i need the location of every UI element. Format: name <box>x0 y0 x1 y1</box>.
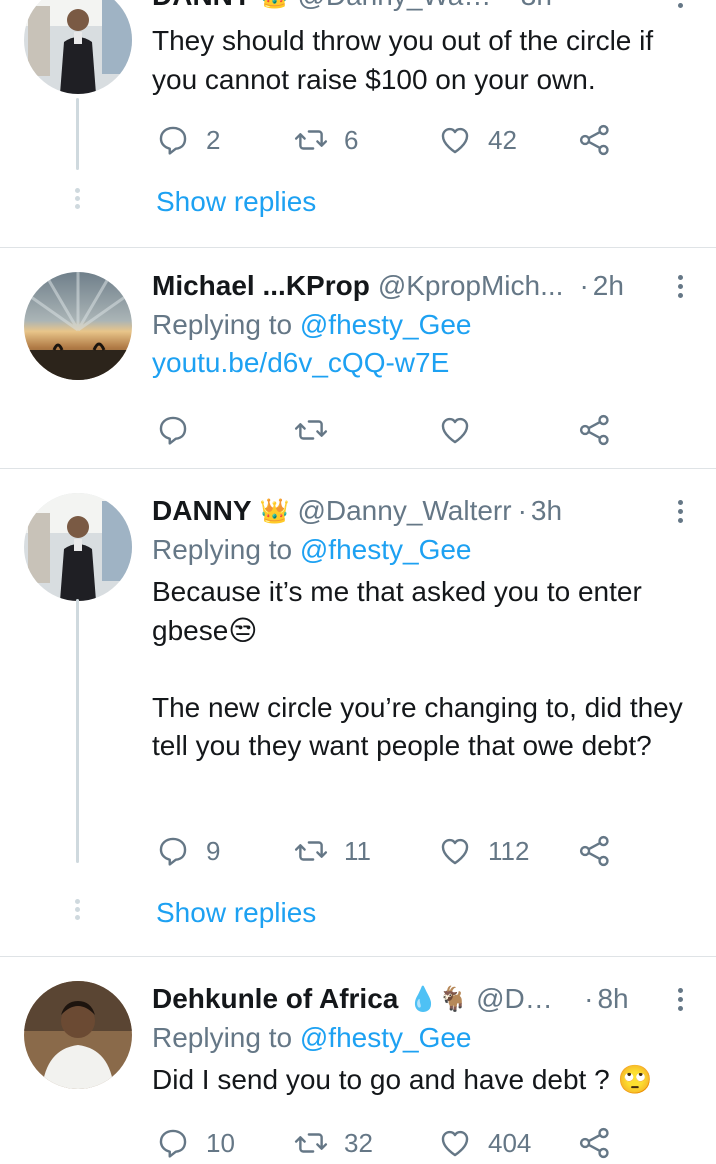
tweet-actions: 9 11 112 <box>152 831 632 871</box>
retweet-button[interactable]: 32 <box>294 1123 373 1163</box>
like-button[interactable]: 42 <box>438 120 517 160</box>
display-name[interactable]: DANNY <box>152 0 252 12</box>
tweet-2[interactable]: Michael ...KProp @KpropMich... · 2h Repl… <box>0 248 716 468</box>
share-icon <box>579 124 609 156</box>
timestamp[interactable]: 8h <box>597 983 628 1015</box>
show-replies-link[interactable]: Show replies <box>156 897 316 929</box>
share-icon <box>579 1127 609 1159</box>
reply-icon <box>159 1129 187 1158</box>
username[interactable]: @De... <box>476 983 562 1015</box>
username[interactable]: @Danny_Walterr <box>297 495 511 527</box>
more-icon[interactable] <box>668 979 692 1019</box>
display-name[interactable]: DANNY <box>152 495 252 527</box>
separator: · <box>507 0 516 12</box>
retweet-icon <box>294 841 328 861</box>
share-icon <box>579 835 609 867</box>
retweet-button[interactable]: 11 <box>294 831 371 871</box>
replying-prefix: Replying to <box>152 1022 293 1053</box>
replying-mention[interactable]: @fhesty_Gee <box>300 309 472 340</box>
reply-button[interactable]: 2 <box>156 120 220 160</box>
avatar[interactable] <box>24 272 132 380</box>
more-icon[interactable] <box>668 491 692 531</box>
retweet-count: 6 <box>344 124 359 155</box>
reply-button[interactable]: 10 <box>156 1123 235 1163</box>
retweet-button[interactable] <box>294 410 328 450</box>
reply-icon <box>159 126 187 155</box>
separator: · <box>584 983 594 1014</box>
tweet-header: Dehkunle of Africa 💧🐐 @De... · 8h <box>152 979 692 1019</box>
replying-to: Replying to @fhesty_Gee <box>152 531 692 569</box>
like-count: 404 <box>488 1127 532 1158</box>
tweet-4[interactable]: Dehkunle of Africa 💧🐐 @De... · 8h Replyi… <box>0 957 716 1164</box>
avatar[interactable] <box>24 0 132 94</box>
thread-line <box>76 98 79 170</box>
replying-to: Replying to @fhesty_Gee <box>152 306 692 344</box>
avatar[interactable] <box>24 493 132 601</box>
thread-dots <box>75 188 81 212</box>
more-icon[interactable] <box>668 0 692 16</box>
thread-line <box>76 599 79 863</box>
like-icon <box>441 1130 469 1157</box>
show-replies-link[interactable]: Show replies <box>156 186 316 218</box>
like-icon <box>441 417 469 444</box>
share-button[interactable] <box>578 831 612 871</box>
like-count: 112 <box>488 835 530 866</box>
reply-icon <box>159 837 187 866</box>
crown-icon: 👑 <box>260 0 290 11</box>
timestamp[interactable]: 3h <box>521 0 552 12</box>
replying-prefix: Replying to <box>152 534 293 565</box>
tweet-header: DANNY 👑 @Danny_Walterr · 3h <box>152 491 692 531</box>
like-icon <box>441 838 469 865</box>
tweet-actions <box>152 410 632 450</box>
separator: · <box>517 495 527 526</box>
tweet-actions: 10 32 404 <box>152 1123 632 1163</box>
retweet-icon <box>294 420 328 440</box>
reply-button[interactable] <box>156 410 190 450</box>
tweet-actions: 2 6 42 <box>152 120 632 160</box>
separator: · <box>579 270 589 301</box>
retweet-count: 32 <box>344 1127 373 1158</box>
reply-count: 10 <box>206 1127 235 1158</box>
replying-mention[interactable]: @fhesty_Gee <box>300 534 472 565</box>
display-name[interactable]: Michael ...KProp <box>152 270 370 302</box>
retweet-icon <box>294 130 328 150</box>
share-button[interactable] <box>578 1123 612 1163</box>
crown-icon: 👑 <box>259 497 290 525</box>
share-button[interactable] <box>578 120 612 160</box>
timestamp[interactable]: 3h <box>531 495 562 527</box>
replying-to: Replying to @fhesty_Gee <box>152 1019 692 1057</box>
droplet-goat-icons: 💧🐐 <box>408 985 469 1013</box>
tweet-text: Because it’s me that asked you to enter … <box>152 576 683 761</box>
username[interactable]: @KpropMich... <box>378 270 564 302</box>
retweet-count: 11 <box>344 835 371 866</box>
tweet-1[interactable]: DANNY 👑 @Danny_Walterr · 3h They should … <box>0 0 716 247</box>
tweet-text: They should throw you out of the circle … <box>152 25 654 95</box>
tweet-header: Michael ...KProp @KpropMich... · 2h <box>152 266 692 306</box>
replying-mention[interactable]: @fhesty_Gee <box>300 1022 472 1053</box>
reply-icon <box>159 416 187 445</box>
avatar[interactable] <box>24 981 132 1089</box>
thread-dots <box>75 899 81 923</box>
share-icon <box>579 414 609 446</box>
like-button[interactable]: 404 <box>438 1123 531 1163</box>
tweet-header: DANNY 👑 @Danny_Walterr · 3h <box>152 0 692 16</box>
retweet-button[interactable]: 6 <box>294 120 358 160</box>
share-button[interactable] <box>578 410 612 450</box>
reply-count: 9 <box>206 835 221 866</box>
tweet-3[interactable]: DANNY 👑 @Danny_Walterr · 3h Replying to … <box>0 469 716 956</box>
retweet-icon <box>294 1133 328 1153</box>
reply-button[interactable]: 9 <box>156 831 220 871</box>
replying-prefix: Replying to <box>152 309 293 340</box>
timestamp[interactable]: 2h <box>593 270 624 302</box>
more-icon[interactable] <box>668 266 692 306</box>
like-icon <box>441 127 469 154</box>
like-button[interactable]: 112 <box>438 831 529 871</box>
like-count: 42 <box>488 124 517 155</box>
like-button[interactable] <box>438 410 472 450</box>
reply-count: 2 <box>206 124 221 155</box>
display-name[interactable]: Dehkunle of Africa <box>152 983 398 1015</box>
username[interactable]: @Danny_Walterr <box>297 0 497 12</box>
tweet-link[interactable]: youtu.be/d6v_cQQ-w7E <box>152 344 692 382</box>
tweet-text: Did I send you to go and have debt ? 🙄 <box>152 1064 653 1095</box>
